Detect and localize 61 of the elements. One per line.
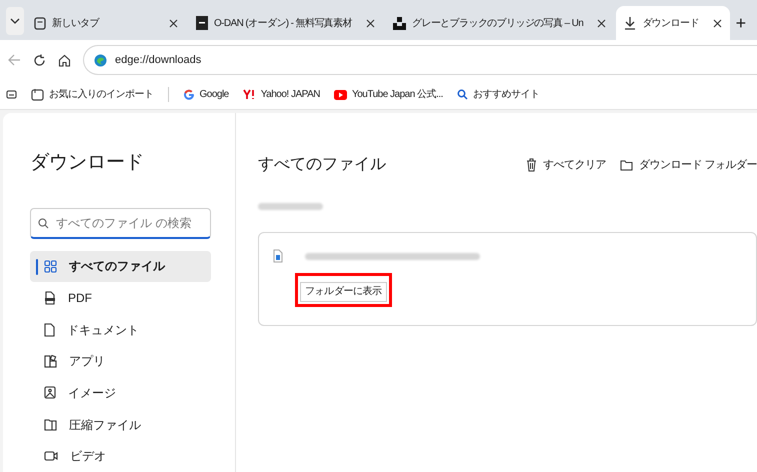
- video-icon: [44, 450, 58, 462]
- archive-icon: [44, 418, 57, 432]
- chevron-down-icon: [10, 18, 20, 24]
- sidebar-item[interactable]: ビデオ: [30, 440, 211, 472]
- trash-icon: [526, 158, 537, 172]
- url-text: edge://downloads: [115, 52, 202, 68]
- logo-icon: [196, 16, 208, 30]
- bookmark-item[interactable]: おすすめサイト: [456, 87, 540, 102]
- close-icon[interactable]: [169, 18, 178, 28]
- address-bar[interactable]: edge://downloads: [83, 45, 757, 75]
- bookmark-item[interactable]: Google: [168, 87, 229, 102]
- sidebar-title: ダウンロード: [30, 151, 145, 175]
- logo-icon: [392, 16, 406, 30]
- document-icon: [44, 322, 55, 337]
- search-icon: [456, 89, 468, 100]
- action-button[interactable]: すべてクリア: [526, 156, 606, 174]
- close-icon[interactable]: [712, 18, 722, 28]
- close-icon[interactable]: [597, 18, 606, 28]
- tab-title: 新しいタブ: [52, 16, 100, 30]
- action-button[interactable]: ダウンロード フォルダー: [620, 156, 757, 174]
- youtube-logo-icon: [334, 90, 347, 100]
- sidebar-item[interactable]: すべてのファイル: [30, 250, 211, 282]
- folder-icon: [620, 159, 633, 171]
- bookmark-item[interactable]: Yahoo! JAPAN: [242, 87, 320, 102]
- download-icon: [624, 16, 636, 30]
- bookmark-item[interactable]: YouTube Japan 公式...: [334, 87, 443, 102]
- bookmark-item[interactable]: お気に入りのインポート: [31, 87, 154, 102]
- tab-title: O-DAN (オーダン) - 無料写真素材: [214, 16, 352, 30]
- browser-tab[interactable]: ダウンロード: [616, 6, 730, 40]
- image-file-icon: [273, 249, 283, 263]
- close-icon[interactable]: [366, 18, 375, 28]
- tab-title: グレーとブラックのブリッジの写真 – Un: [412, 16, 584, 30]
- section-title: すべてのファイル: [258, 155, 387, 175]
- image-icon: [44, 386, 56, 400]
- browser-tab[interactable]: O-DAN (オーダン) - 無料写真素材: [188, 8, 383, 38]
- browser-tab[interactable]: グレーとブラックのブリッジの写真 – Un: [384, 8, 614, 38]
- sidebar-item[interactable]: アプリ: [30, 345, 211, 378]
- tab-title: ダウンロード: [642, 16, 699, 30]
- refresh-icon[interactable]: [33, 54, 46, 66]
- sidebar-toggle-icon[interactable]: [6, 90, 17, 100]
- search-icon: [38, 218, 49, 228]
- search-field[interactable]: すべてのファイル の検索: [30, 208, 211, 238]
- browser-tab[interactable]: 新しいタブ: [26, 8, 186, 38]
- sidebar-item[interactable]: 圧縮ファイル: [30, 408, 211, 440]
- pdf-icon: [44, 290, 56, 305]
- edge-logo-icon: [94, 54, 107, 66]
- yahoo-logo-icon: [242, 89, 256, 100]
- import-icon: [31, 88, 44, 101]
- sidebar-item[interactable]: PDF: [30, 282, 211, 314]
- google-logo-icon: [182, 88, 194, 100]
- home-icon[interactable]: [58, 54, 71, 66]
- sidebar-item[interactable]: イメージ: [30, 377, 211, 409]
- sidebar-item[interactable]: ドキュメント: [30, 314, 211, 346]
- page-icon: [34, 16, 46, 30]
- grid-icon: [44, 260, 57, 273]
- apps-icon: [44, 354, 57, 368]
- tab-actions-button[interactable]: [6, 7, 24, 35]
- selection-indicator: [36, 258, 38, 274]
- new-tab-button[interactable]: +: [736, 14, 746, 32]
- blurred-date: [258, 203, 323, 210]
- show-in-folder-button[interactable]: フォルダーに表示: [300, 282, 387, 302]
